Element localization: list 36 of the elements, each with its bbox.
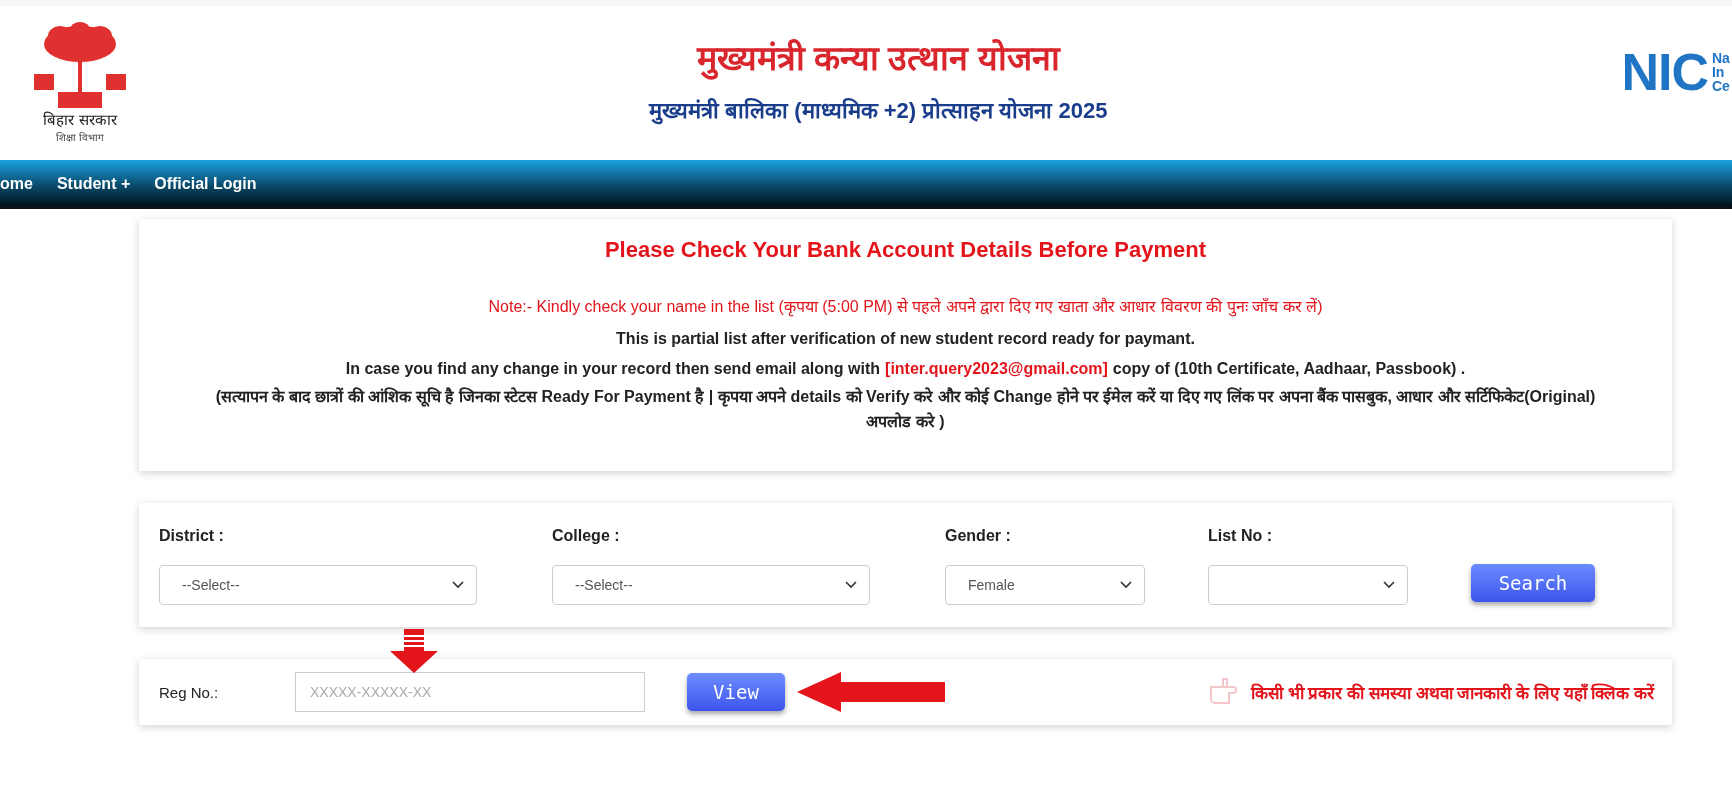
nic-logo-text: Na: [1712, 51, 1731, 65]
notice-note: Note:- Kindly check your name in the list (कृपया (5:00 PM) से पहले अपने द्वारा दिए गए खाता और आधार विवरण की पुनः जाँच कर लें): [488, 296, 1323, 317]
nic-logo: NIC: [1621, 47, 1708, 97]
logo-caption: बिहार सरकार: [43, 112, 117, 128]
nav-link[interactable]: Official Login: [154, 174, 257, 193]
nic-logo-text: In: [1712, 65, 1726, 79]
page-subtitle: मुख्यमंत्री बालिका (माध्यमिक +2) प्रोत्साहन योजना 2025: [649, 97, 1108, 124]
notice-text: (सत्यापन के बाद छात्रों की आंशिक सूचि है जिनका स्टेटस Ready For Payment है | कृपया अपने details को Verify करे और कोई Change होने पर ईमेल करें या दिए गए लिंक पर अपना बैंक पासबुक, आधार और सर्टिफिकेट(Original) अपलोड करे ): [214, 386, 1597, 432]
filter-label: District :: [159, 527, 225, 545]
notice-text: This is partial list after verification of new student record ready for paymant.: [616, 329, 1195, 349]
view-button[interactable]: View: [687, 673, 785, 711]
select-field[interactable]: Female: [945, 565, 1145, 605]
notice-heading: Please Check Your Bank Account Details Before Payment: [604, 237, 1207, 263]
search-button[interactable]: Search: [1471, 564, 1595, 602]
chevron-icon: [452, 581, 464, 589]
select-field[interactable]: [1208, 565, 1408, 605]
page-title: मुख्यमंत्री कन्या उत्थान योजना: [696, 34, 1060, 80]
filter-label: College :: [552, 527, 621, 545]
notice-text: In case you find any change in your record then send email along with: [345, 360, 881, 378]
left-arrow-icon: [797, 672, 945, 712]
nav-link[interactable]: Student +: [56, 174, 131, 193]
filter-label: Gender :: [945, 527, 1012, 545]
nic-logo-text: Ce: [1712, 79, 1731, 93]
logo-subcaption: शिक्षा विभाग: [56, 131, 104, 144]
select-field[interactable]: --Select--: [159, 565, 477, 605]
reg-input-field[interactable]: XXXXX-XXXXX-XX: [295, 672, 645, 712]
reg-label: Reg No.:: [159, 683, 220, 701]
nav-link[interactable]: ome: [0, 174, 33, 193]
notice-text: copy of (10th Certificate, Aadhaar, Passbook) .: [1112, 360, 1466, 378]
chevron-icon: [1120, 581, 1132, 589]
select-field[interactable]: --Select--: [552, 565, 870, 605]
email-link[interactable]: [inter.query2023@gmail.com]: [885, 360, 1108, 378]
filter-label: List No :: [1208, 527, 1273, 545]
chevron-icon: [1383, 581, 1395, 589]
chevron-icon: [845, 581, 857, 589]
help-link[interactable]: किसी भी प्रकार की समस्या अथवा जानकारी के लिए यहाँ क्लिक करें: [1209, 677, 1654, 707]
